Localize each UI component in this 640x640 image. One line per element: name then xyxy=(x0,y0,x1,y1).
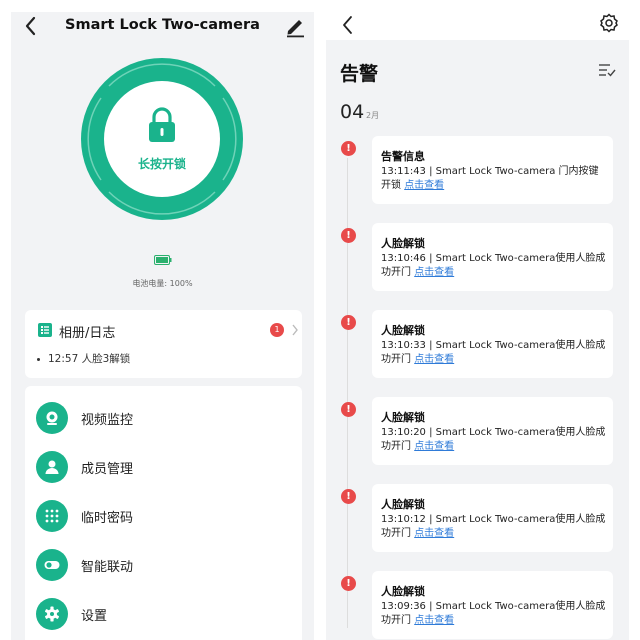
menu-item-smart-linkage[interactable]: 智能联动 xyxy=(25,541,302,589)
menu-item-temp-password[interactable]: 临时密码 xyxy=(25,492,302,540)
alerts-body: 告警 04 2月 ! 告警信息 13:11:43 | Smart Lock Tw… xyxy=(326,40,629,640)
album-log-icon xyxy=(38,323,52,337)
view-link[interactable]: 点击查看 xyxy=(404,180,444,191)
unread-badge: 1 xyxy=(270,323,284,337)
menu-label: 设置 xyxy=(81,609,108,624)
keypad-icon xyxy=(36,500,68,532)
alert-description: 13:10:46 | Smart Lock Two-camera使用人脸成功开门… xyxy=(381,252,607,280)
alert-description: 13:10:12 | Smart Lock Two-camera使用人脸成功开门… xyxy=(381,513,607,541)
alert-item[interactable]: ! 人脸解锁 13:09:36 | Smart Lock Two-camera使… xyxy=(326,571,629,639)
view-link[interactable]: 点击查看 xyxy=(414,354,454,365)
alert-card: 人脸解锁 13:10:33 | Smart Lock Two-camera使用人… xyxy=(372,310,613,378)
view-link[interactable]: 点击查看 xyxy=(414,267,454,278)
toggle-icon xyxy=(36,549,68,581)
album-log-card[interactable]: 相册/日志 1 12:57 人脸3解锁 xyxy=(25,310,302,378)
date-day: 04 xyxy=(340,101,365,123)
menu-label: 视频监控 xyxy=(81,413,134,428)
alert-icon: ! xyxy=(341,576,356,591)
gear-icon xyxy=(36,598,68,630)
page-title: 告警 xyxy=(340,63,379,85)
alert-card: 人脸解锁 13:09:36 | Smart Lock Two-camera使用人… xyxy=(372,571,613,639)
menu-label: 智能联动 xyxy=(81,560,134,575)
alert-icon: ! xyxy=(341,489,356,504)
alert-description: 13:10:20 | Smart Lock Two-camera使用人脸成功开门… xyxy=(381,426,607,454)
edit-icon[interactable] xyxy=(284,14,306,38)
alert-icon: ! xyxy=(341,315,356,330)
alert-title: 人脸解锁 xyxy=(381,237,425,250)
menu-item-video-monitor[interactable]: 视频监控 xyxy=(25,394,302,442)
lock-icon xyxy=(149,107,175,142)
camera-icon xyxy=(36,402,68,434)
view-link[interactable]: 点击查看 xyxy=(414,615,454,626)
header: Smart Lock Two-camera xyxy=(11,12,314,42)
alert-item[interactable]: ! 人脸解锁 13:10:46 | Smart Lock Two-camera使… xyxy=(326,223,629,291)
filter-check-icon[interactable] xyxy=(598,62,616,78)
date-month: 2月 xyxy=(366,111,380,120)
alert-title: 人脸解锁 xyxy=(381,411,425,424)
alerts-screen: 告警 04 2月 ! 告警信息 13:11:43 | Smart Lock Tw… xyxy=(326,12,629,640)
alert-title: 人脸解锁 xyxy=(381,498,425,511)
alert-item[interactable]: ! 人脸解锁 13:10:12 | Smart Lock Two-camera使… xyxy=(326,484,629,552)
alert-icon: ! xyxy=(341,402,356,417)
alert-card: 人脸解锁 13:10:12 | Smart Lock Two-camera使用人… xyxy=(372,484,613,552)
alert-title: 告警信息 xyxy=(381,150,425,163)
alert-card: 告警信息 13:11:43 | Smart Lock Two-camera 门内… xyxy=(372,136,613,204)
alert-item[interactable]: ! 告警信息 13:11:43 | Smart Lock Two-camera … xyxy=(326,136,629,204)
alert-description: 13:09:36 | Smart Lock Two-camera使用人脸成功开门… xyxy=(381,600,607,628)
alert-card: 人脸解锁 13:10:46 | Smart Lock Two-camera使用人… xyxy=(372,223,613,291)
alert-icon: ! xyxy=(341,228,356,243)
unlock-button[interactable]: 长按开锁 xyxy=(81,58,243,220)
view-link[interactable]: 点击查看 xyxy=(414,528,454,539)
unlock-button-inner: 长按开锁 xyxy=(104,81,220,197)
header xyxy=(326,12,629,42)
settings-gear-icon[interactable] xyxy=(599,13,619,33)
menu-item-settings[interactable]: 设置 xyxy=(25,590,302,638)
chevron-right-icon xyxy=(292,324,298,336)
view-link[interactable]: 点击查看 xyxy=(414,441,454,452)
back-icon[interactable] xyxy=(340,14,356,36)
lock-detail-screen: Smart Lock Two-camera 长按开锁 电池电量: 100% 相册… xyxy=(11,12,314,640)
alert-icon: ! xyxy=(341,141,356,156)
alert-title: 人脸解锁 xyxy=(381,585,425,598)
menu-label: 成员管理 xyxy=(81,462,134,477)
page-title: Smart Lock Two-camera xyxy=(65,17,260,33)
latest-log-entry: 12:57 人脸3解锁 xyxy=(37,351,130,366)
menu-item-member-management[interactable]: 成员管理 xyxy=(25,443,302,491)
bullet-dot xyxy=(37,357,40,361)
alert-title: 人脸解锁 xyxy=(381,324,425,337)
feature-menu: 视频监控 成员管理 临时密码 智能联动 设置 xyxy=(25,386,302,640)
unlock-button-label: 长按开锁 xyxy=(137,157,186,171)
alert-card: 人脸解锁 13:10:20 | Smart Lock Two-camera使用人… xyxy=(372,397,613,465)
log-time: 12:57 xyxy=(48,353,79,365)
alert-item[interactable]: ! 人脸解锁 13:10:20 | Smart Lock Two-camera使… xyxy=(326,397,629,465)
back-icon[interactable] xyxy=(21,14,41,38)
person-icon xyxy=(36,451,68,483)
log-text: 人脸3解锁 xyxy=(81,353,131,365)
battery-level-text: 电池电量: 100% xyxy=(132,279,193,288)
alert-description: 13:11:43 | Smart Lock Two-camera 门内按键开锁 … xyxy=(381,165,607,193)
alert-description: 13:10:33 | Smart Lock Two-camera使用人脸成功开门… xyxy=(381,339,607,367)
menu-label: 临时密码 xyxy=(81,511,134,526)
battery-icon xyxy=(154,255,172,265)
alert-item[interactable]: ! 人脸解锁 13:10:33 | Smart Lock Two-camera使… xyxy=(326,310,629,378)
album-log-title: 相册/日志 xyxy=(59,326,116,341)
